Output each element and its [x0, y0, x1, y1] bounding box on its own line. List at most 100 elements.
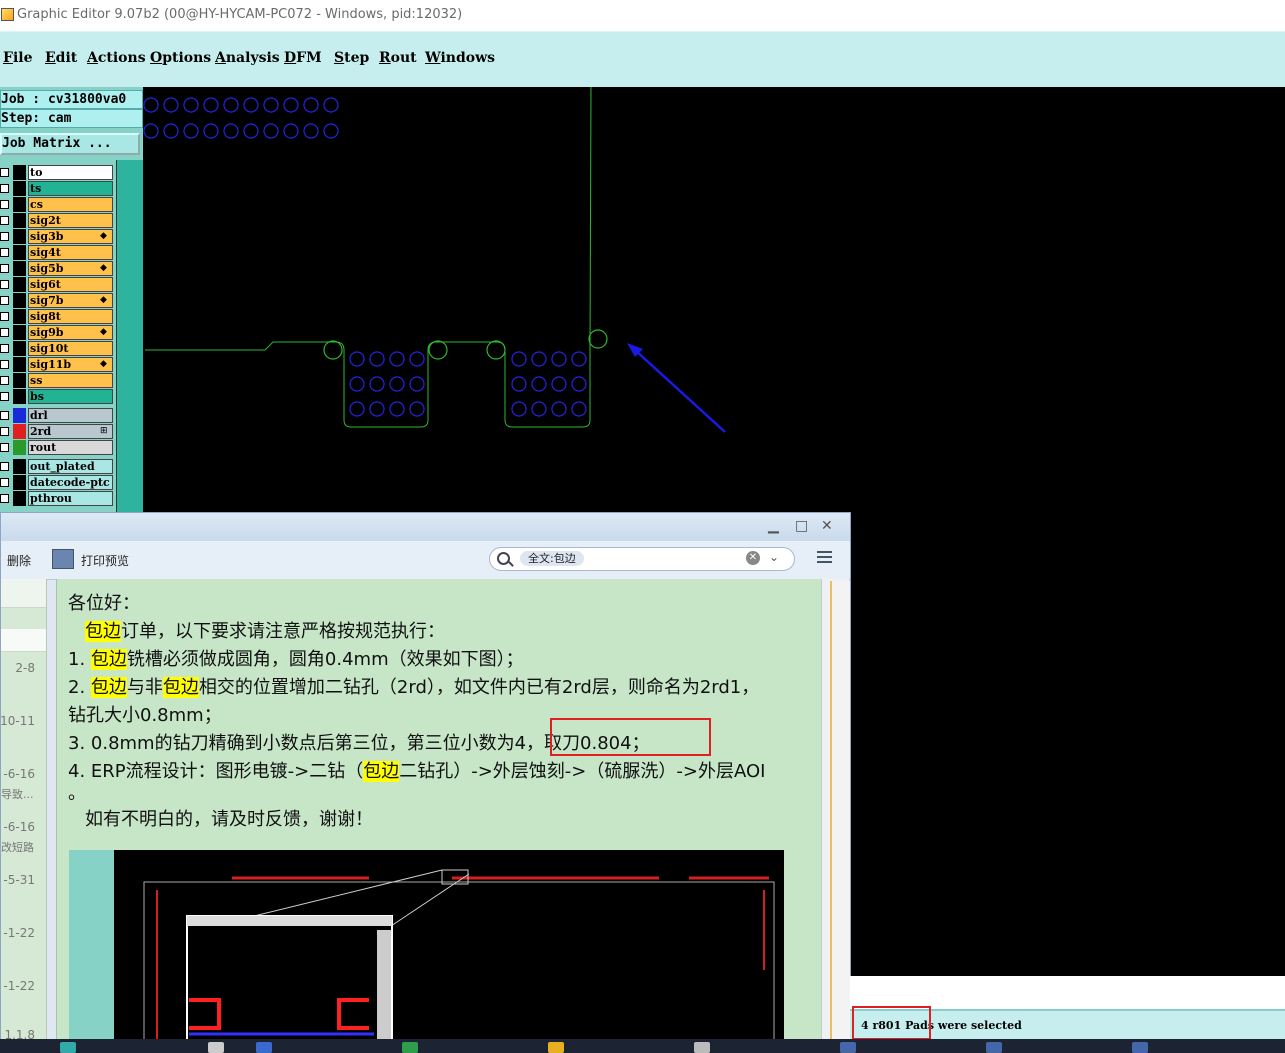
list-item-subject[interactable]: 改短路: [1, 839, 46, 855]
list-menu-icon[interactable]: [817, 551, 832, 564]
taskbar-app-icon[interactable]: [1132, 1042, 1148, 1053]
taskbar-app-icon[interactable]: [694, 1042, 710, 1053]
layer-row-to[interactable]: to: [0, 165, 116, 180]
layer-color-swatch[interactable]: [13, 373, 26, 388]
layer-color-swatch[interactable]: [13, 181, 26, 196]
layer-color-swatch[interactable]: [13, 341, 26, 356]
layer-name[interactable]: ts: [28, 181, 113, 196]
menu-analysis[interactable]: Analysis: [215, 50, 280, 66]
layer-row-sig11b[interactable]: sig11b ◆: [0, 357, 116, 372]
layer-checkbox[interactable]: [0, 232, 9, 241]
layer-checkbox[interactable]: [0, 494, 9, 503]
layer-color-swatch[interactable]: [13, 325, 26, 340]
layer-row-sig5b[interactable]: sig5b ◆: [0, 261, 116, 276]
layer-name[interactable]: drl: [28, 408, 113, 423]
list-item-date[interactable]: -1-22: [3, 979, 35, 993]
layer-row-sig2t[interactable]: sig2t: [0, 213, 116, 228]
layer-row-sig7b[interactable]: sig7b ◆: [0, 293, 116, 308]
menu-windows[interactable]: Windows: [425, 50, 495, 66]
layer-name[interactable]: sig8t: [28, 309, 113, 324]
list-item-date[interactable]: 10-11: [0, 714, 35, 728]
layer-color-swatch[interactable]: [13, 197, 26, 212]
layer-color-swatch[interactable]: [13, 309, 26, 324]
layer-row-sig6t[interactable]: sig6t: [0, 277, 116, 292]
layer-scrollbar[interactable]: [116, 160, 143, 512]
layer-checkbox[interactable]: [0, 462, 9, 471]
taskbar-app-icon[interactable]: [402, 1042, 418, 1053]
search-filter-chip[interactable]: 全文:包边: [520, 551, 584, 566]
layer-checkbox[interactable]: [0, 200, 9, 209]
mail-scrollbar[interactable]: [821, 579, 850, 1040]
layer-checkbox[interactable]: [0, 184, 9, 193]
layer-color-swatch[interactable]: [13, 459, 26, 474]
layer-color-swatch[interactable]: [13, 440, 26, 455]
layer-row-sig10t[interactable]: sig10t: [0, 341, 116, 356]
layer-row-drl[interactable]: drl: [0, 408, 116, 423]
layer-name[interactable]: sig4t: [28, 245, 113, 260]
list-item-date[interactable]: -5-31: [3, 873, 35, 887]
list-item-subject[interactable]: 导致...: [1, 786, 46, 802]
layer-checkbox[interactable]: [0, 264, 9, 273]
taskbar-app-icon[interactable]: [840, 1042, 856, 1053]
search-input[interactable]: 全文:包边 ✕ ⌄: [489, 547, 795, 571]
chevron-down-icon[interactable]: ⌄: [769, 550, 779, 564]
layer-row-cs[interactable]: cs: [0, 197, 116, 212]
menu-file[interactable]: File: [3, 50, 33, 66]
layer-checkbox[interactable]: [0, 411, 9, 420]
layer-name[interactable]: rout: [28, 440, 113, 455]
layer-checkbox[interactable]: [0, 443, 9, 452]
layer-checkbox[interactable]: [0, 328, 9, 337]
layer-name[interactable]: to: [28, 165, 113, 180]
layer-name[interactable]: cs: [28, 197, 113, 212]
printer-icon[interactable]: [52, 549, 74, 569]
layer-name[interactable]: out_plated: [28, 459, 113, 474]
layer-color-swatch[interactable]: [13, 491, 26, 506]
layer-name[interactable]: sig2t: [28, 213, 113, 228]
menu-rout[interactable]: Rout: [379, 50, 417, 66]
job-field[interactable]: Job : cv31800va0: [0, 90, 143, 109]
scrollbar-thumb[interactable]: [830, 581, 850, 1040]
menu-step[interactable]: Step: [334, 50, 369, 66]
taskbar-app-icon[interactable]: [60, 1042, 76, 1053]
layer-checkbox[interactable]: [0, 216, 9, 225]
layer-color-swatch[interactable]: [13, 213, 26, 228]
layer-color-swatch[interactable]: [13, 357, 26, 372]
menu-dfm[interactable]: DFM: [284, 50, 322, 66]
layer-row-pthrou[interactable]: pthrou: [0, 491, 116, 506]
layer-name[interactable]: ss: [28, 373, 113, 388]
layer-checkbox[interactable]: [0, 427, 9, 436]
layer-color-swatch[interactable]: [13, 475, 26, 490]
layer-row-sig3b[interactable]: sig3b ◆: [0, 229, 116, 244]
layer-row-sig8t[interactable]: sig8t: [0, 309, 116, 324]
layer-color-swatch[interactable]: [13, 277, 26, 292]
step-field[interactable]: Step: cam: [0, 109, 143, 128]
layer-name[interactable]: pthrou: [28, 491, 113, 506]
delete-button[interactable]: 删除: [7, 552, 31, 569]
layer-checkbox[interactable]: [0, 168, 9, 177]
minimize-icon[interactable]: ▁: [768, 518, 779, 534]
clear-icon[interactable]: ✕: [746, 551, 760, 565]
layer-checkbox[interactable]: [0, 248, 9, 257]
close-icon[interactable]: ✕: [821, 518, 833, 534]
taskbar-app-icon[interactable]: [208, 1042, 224, 1053]
menu-actions[interactable]: Actions: [87, 50, 146, 66]
layer-checkbox[interactable]: [0, 296, 9, 305]
list-item-date[interactable]: 2-8: [15, 661, 35, 675]
layer-checkbox[interactable]: [0, 478, 9, 487]
layer-row-bs[interactable]: bs: [0, 389, 116, 404]
layer-color-swatch[interactable]: [13, 245, 26, 260]
list-item-date[interactable]: -1-22: [3, 926, 35, 940]
layer-row-out_plated[interactable]: out_plated: [0, 459, 116, 474]
list-item-date[interactable]: -6-16: [3, 767, 35, 781]
layer-row-ts[interactable]: ts: [0, 181, 116, 196]
layer-name[interactable]: sig10t: [28, 341, 113, 356]
layer-color-swatch[interactable]: [13, 165, 26, 180]
layer-row-datecode-ptc[interactable]: datecode-ptc: [0, 475, 116, 490]
layer-row-sig9b[interactable]: sig9b ◆: [0, 325, 116, 340]
layer-color-swatch[interactable]: [13, 389, 26, 404]
layer-color-swatch[interactable]: [13, 408, 26, 423]
layer-color-swatch[interactable]: [13, 261, 26, 276]
layer-name[interactable]: datecode-ptc: [28, 475, 113, 490]
layer-row-rout[interactable]: rout: [0, 440, 116, 455]
layer-checkbox[interactable]: [0, 280, 9, 289]
